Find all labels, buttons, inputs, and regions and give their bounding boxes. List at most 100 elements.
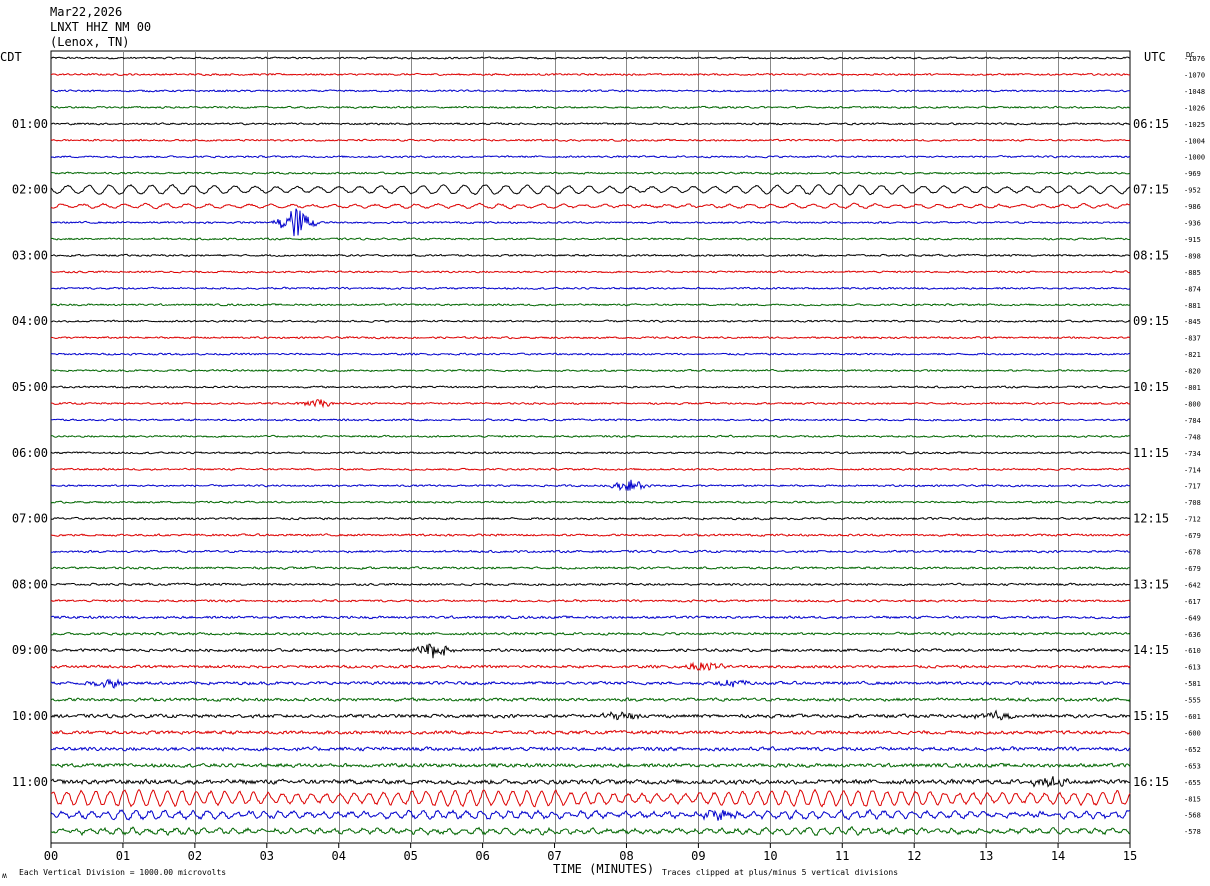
x-tick-label: 11: [835, 849, 849, 863]
seismic-trace: [50, 368, 1131, 373]
seismic-trace: [50, 566, 1131, 570]
dc-offset-label: -712: [1184, 516, 1201, 524]
dc-offset-label: -936: [1184, 220, 1201, 228]
seismic-trace: [50, 516, 1131, 521]
x-tick-label: 08: [619, 849, 633, 863]
dc-offset-label: -986: [1184, 203, 1201, 211]
dc-offset-label: -820: [1184, 368, 1201, 376]
cdt-time-label: 10:00: [12, 709, 48, 723]
seismic-trace: [50, 184, 1131, 196]
cdt-time-label: 03:00: [12, 248, 48, 262]
cdt-time-label: 08:00: [12, 577, 48, 591]
dc-offset-label: -1000: [1184, 154, 1205, 162]
seismic-trace: [50, 678, 1131, 689]
seismic-trace: [50, 122, 1131, 126]
seismic-trace: [50, 533, 1131, 537]
seismic-trace: [50, 808, 1131, 821]
seismic-trace: [50, 385, 1131, 389]
seismic-trace: [50, 762, 1131, 769]
dc-offset-label: -837: [1184, 335, 1201, 343]
seismic-trace: [50, 155, 1131, 159]
dc-offset-label: -617: [1184, 598, 1201, 606]
seismic-trace: [50, 746, 1131, 752]
seismic-trace: [50, 500, 1131, 504]
right-axis-title: UTC: [1144, 50, 1166, 64]
dc-offset-label: -679: [1184, 532, 1201, 540]
utc-time-label: 10:15: [1133, 380, 1169, 394]
seismic-trace: [50, 418, 1131, 422]
dc-offset-label: -613: [1184, 664, 1201, 672]
dc-offset-label: -679: [1184, 565, 1201, 573]
seismic-trace: [50, 434, 1130, 438]
dc-offset-label: -915: [1184, 236, 1201, 244]
dc-offset-label: -800: [1184, 400, 1201, 408]
seismic-trace: [50, 729, 1131, 735]
dc-offset-label: -898: [1184, 252, 1201, 260]
dc-offset-label: -1070: [1184, 71, 1205, 79]
seismic-trace: [50, 467, 1131, 471]
seismic-trace: [50, 776, 1131, 788]
seismic-trace: [50, 253, 1131, 258]
seismic-trace: [50, 303, 1131, 307]
dc-offset-label: -969: [1184, 170, 1201, 178]
dc-offset-label: -821: [1184, 351, 1201, 359]
cdt-time-label: 06:00: [12, 446, 48, 460]
x-tick-label: 00: [44, 849, 58, 863]
dc-offset-label: -642: [1184, 581, 1201, 589]
seismic-trace: [50, 643, 1131, 659]
utc-time-label: 06:15: [1133, 117, 1169, 131]
utc-time-label: 09:15: [1133, 314, 1169, 328]
dc-offset-label: -568: [1184, 812, 1201, 820]
seismic-trace: [50, 208, 1131, 237]
seismic-trace: [50, 237, 1130, 241]
x-tick-label: 06: [475, 849, 489, 863]
x-tick-label: 13: [979, 849, 993, 863]
dc-offset-label: -610: [1184, 647, 1201, 655]
dc-offset-label: -708: [1184, 499, 1201, 507]
seismic-trace: [51, 319, 1131, 323]
utc-time-label: 16:15: [1133, 775, 1169, 789]
seismogram-chart: 00 01 02 03 04 05 06 07 08 09 10 11 12 13 14 15CDT UTC DC…: [0, 50, 1205, 863]
seismic-trace: [50, 615, 1131, 620]
footer-scale-note: Each Vertical Division = 1000.00 microvo…: [19, 868, 227, 877]
dc-offset-label: -600: [1184, 729, 1201, 737]
dc-offset-label: -885: [1184, 269, 1201, 277]
x-tick-label: 01: [116, 849, 130, 863]
seismic-trace: [50, 599, 1131, 603]
dc-offset-label: -845: [1184, 318, 1201, 326]
x-tick-label: 10: [763, 849, 777, 863]
seismic-trace: [50, 105, 1131, 109]
seismic-trace: [50, 582, 1131, 587]
dc-offset-label: -952: [1184, 187, 1201, 195]
utc-time-label: 11:15: [1133, 446, 1169, 460]
dc-offset-label: -717: [1184, 483, 1201, 491]
dc-offset-label: -653: [1184, 762, 1201, 770]
dc-offset-label: -1076: [1184, 55, 1205, 63]
seismic-trace: [50, 479, 1131, 492]
dc-offset-label: -748: [1184, 433, 1201, 441]
dc-offset-label: -1048: [1184, 88, 1205, 96]
x-tick-label: 02: [188, 849, 202, 863]
plot-frame: [50, 50, 1131, 844]
dc-offset-label: -649: [1184, 614, 1201, 622]
left-axis-title: CDT: [0, 50, 22, 64]
x-tick-label: 12: [907, 849, 921, 863]
x-tick-label: 03: [260, 849, 274, 863]
cdt-time-label: 07:00: [12, 512, 48, 526]
dc-offset-label: -555: [1184, 697, 1201, 705]
dc-offset-label: -636: [1184, 631, 1201, 639]
dc-offset-label: -678: [1184, 549, 1201, 557]
utc-time-label: 13:15: [1133, 577, 1169, 591]
seismic-trace: [50, 270, 1131, 274]
x-tick-label: 15: [1123, 849, 1137, 863]
x-axis-title: TIME (MINUTES): [553, 862, 655, 876]
dc-offset-label: -874: [1184, 285, 1201, 293]
dc-offset-label: -784: [1184, 417, 1201, 425]
seismic-trace: [50, 56, 1131, 60]
cdt-time-label: 09:00: [12, 643, 48, 657]
seismic-trace: [50, 286, 1131, 290]
seismic-trace: [50, 138, 1131, 142]
seismic-trace: [50, 788, 1131, 808]
seismic-trace: [50, 72, 1131, 77]
x-tick-label: 05: [403, 849, 417, 863]
